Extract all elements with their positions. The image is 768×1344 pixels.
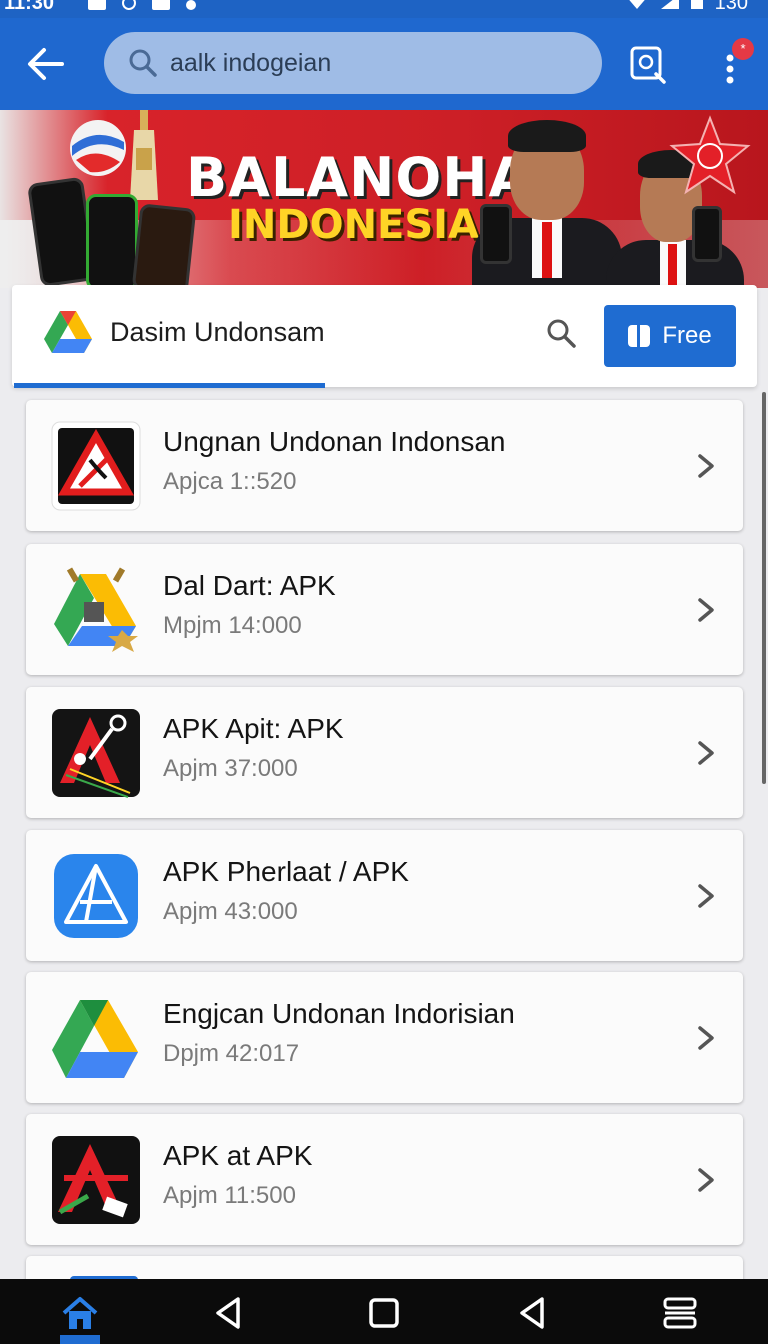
lens-search-button[interactable]: [628, 44, 668, 86]
lens-search-icon: [630, 46, 666, 84]
app-meta: Dpjm 42:017: [163, 1040, 300, 1067]
back-triangle-icon[interactable]: [514, 1293, 554, 1333]
search-bar[interactable]: [104, 32, 602, 94]
home-active-indicator: [60, 1335, 100, 1344]
promo-banner[interactable]: BALANOHAN INDONESIA: [0, 110, 768, 288]
red-a-icon: [52, 1136, 140, 1224]
list-item[interactable]: Ungnan Undonan Indonsan Apjca 1::520: [26, 400, 743, 531]
chevron-right-icon: [698, 741, 714, 765]
app-meta: Mpjm 14:000: [163, 612, 302, 639]
chevron-right-icon: [698, 1168, 714, 1192]
compass-icon: [122, 0, 136, 10]
star-emblem-icon: [669, 115, 751, 195]
phone-image: [86, 194, 138, 288]
wifi-icon: [624, 0, 649, 9]
app-meta: Apjm 43:000: [163, 898, 298, 925]
drive-logo-icon: [44, 311, 92, 353]
app-name: Dal Dart: APK: [163, 570, 336, 601]
app-name: Engjcan Undonan Indorisian: [163, 998, 515, 1029]
gift-icon: [628, 325, 651, 347]
app-name: APK Pherlaat / APK: [163, 856, 409, 887]
apk-tool-icon: [52, 709, 140, 798]
back-button[interactable]: [24, 44, 68, 84]
blue-a-icon: [54, 854, 138, 938]
bottom-navigation: [0, 1279, 768, 1344]
free-button[interactable]: Free: [604, 305, 736, 367]
battery-icon: [690, 0, 703, 9]
banner-subtitle: INDONESIA: [228, 202, 480, 248]
globe-icon: [70, 120, 126, 176]
arrow-left-icon: [28, 48, 64, 80]
app-name: APK Apit: APK: [163, 713, 344, 744]
chevron-right-icon: [698, 1026, 714, 1050]
status-time: 11:30: [4, 0, 55, 14]
list-item[interactable]: APK Pherlaat / APK Apjm 43:000: [26, 830, 743, 961]
notification-dot-icon: [186, 0, 196, 10]
search-icon: [129, 49, 157, 77]
menu-stack-icon[interactable]: [660, 1293, 700, 1333]
app-name: APK at APK: [163, 1140, 313, 1171]
list-item[interactable]: APK Apit: APK Apjm 37:000: [26, 687, 743, 818]
app-header: *: [0, 18, 768, 110]
status-bar: 11:30 130: [0, 0, 768, 18]
status-right: 130: [624, 0, 748, 14]
list-item[interactable]: APK at APK Apjm 11:500: [26, 1114, 743, 1245]
red-warning-triangle-icon: [51, 421, 141, 511]
app-meta: Apjm 11:500: [163, 1182, 296, 1209]
chevron-right-icon: [698, 884, 714, 908]
back-triangle-icon[interactable]: [210, 1293, 250, 1333]
app-meta: Apjm 37:000: [163, 755, 298, 782]
drive-triangle-icon: [54, 567, 138, 652]
search-input[interactable]: [170, 42, 570, 84]
home-icon[interactable]: [60, 1293, 100, 1333]
chevron-right-icon: [698, 598, 714, 622]
store-tab-header: Dasim Undonsam Free: [12, 285, 757, 388]
free-button-label: Free: [662, 322, 712, 349]
tab-title: Dasim Undonsam: [110, 317, 325, 347]
active-tab-indicator: [14, 383, 325, 388]
chevron-right-icon: [698, 454, 714, 478]
recents-square-icon[interactable]: [364, 1293, 404, 1333]
list-item[interactable]: Dal Dart: APK Mpjm 14:000: [26, 544, 743, 675]
app-meta: Apjca 1::520: [163, 468, 297, 495]
status-icons: [88, 0, 196, 10]
phone-image: [131, 203, 197, 288]
search-icon[interactable]: [545, 317, 577, 349]
notification-badge: *: [732, 38, 754, 60]
edit-icon: [152, 0, 170, 10]
signal-icon: [660, 0, 679, 9]
photo-icon: [88, 0, 106, 10]
app-name: Ungnan Undonan Indonsan: [163, 426, 506, 457]
battery-level: 130: [714, 0, 748, 14]
drive-icon: [52, 1000, 138, 1078]
list-item[interactable]: Engjcan Undonan Indorisian Dpjm 42:017: [26, 972, 743, 1103]
scrollbar[interactable]: [762, 392, 766, 784]
